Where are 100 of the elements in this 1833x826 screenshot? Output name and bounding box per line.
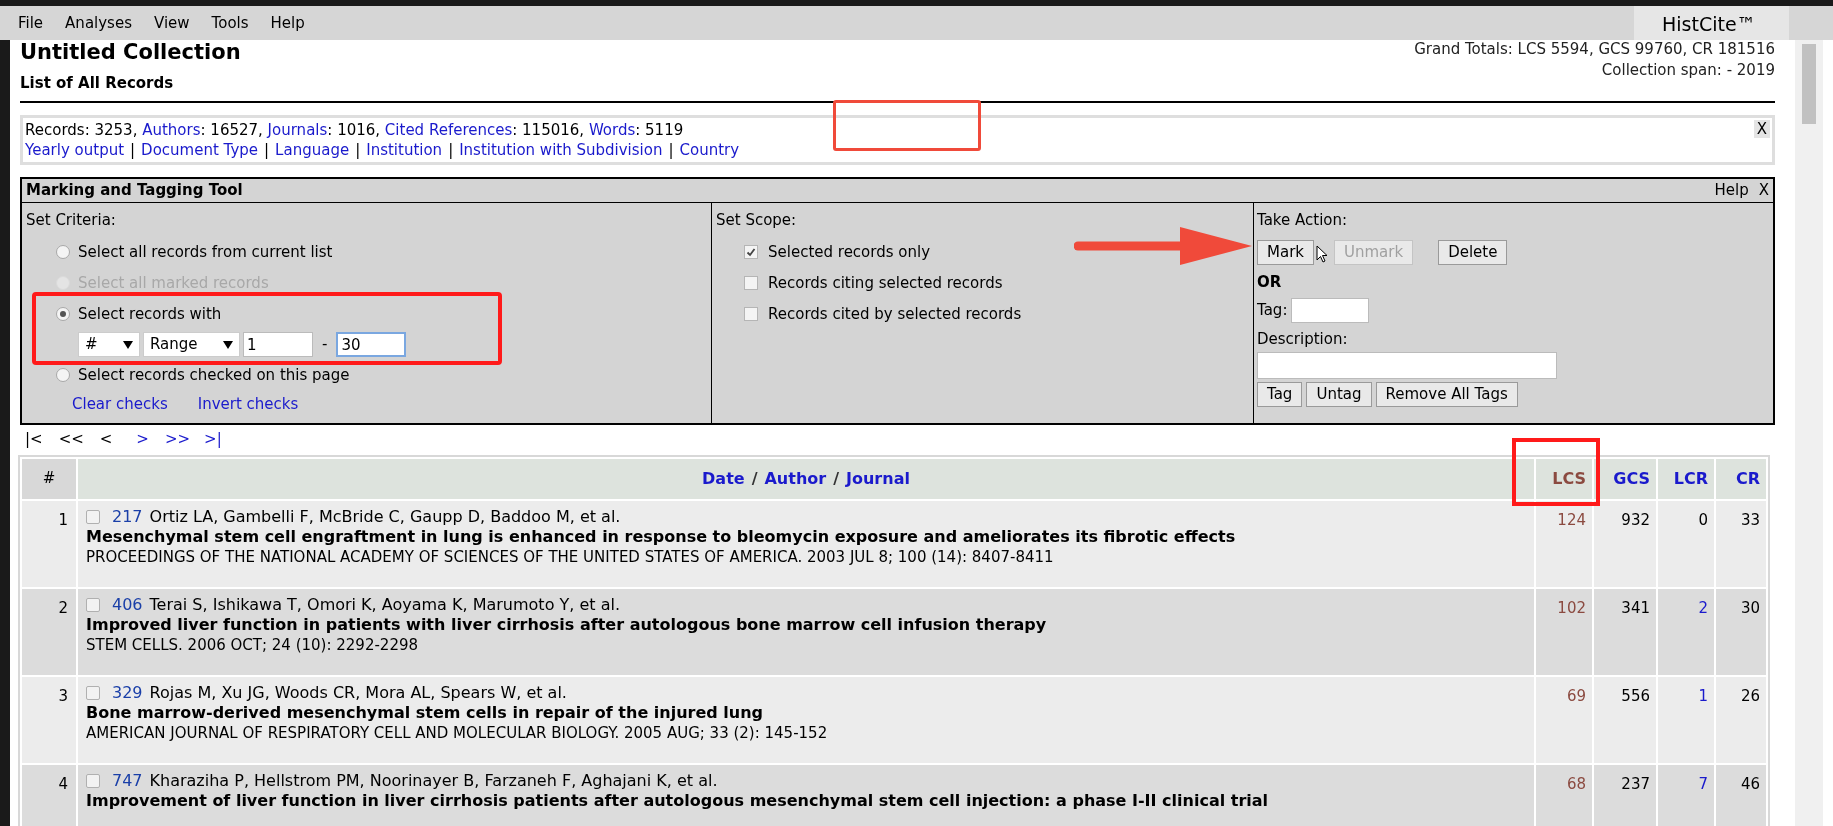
range-from-field[interactable]: 1: [243, 332, 313, 357]
radio-button[interactable]: [56, 368, 70, 382]
pager-link[interactable]: >>: [164, 428, 191, 451]
table-cell: 124: [1536, 500, 1592, 587]
checkbox[interactable]: [86, 509, 100, 524]
table-cell: 26: [1716, 676, 1766, 763]
checkbox[interactable]: [744, 245, 758, 259]
section-label: Take Action:: [1257, 209, 1348, 231]
tag-button[interactable]: Remove All Tags: [1375, 381, 1518, 407]
link-separator: |: [130, 139, 136, 160]
table-cell: 68: [1536, 764, 1592, 826]
stat-link[interactable]: Cited References: [384, 119, 513, 140]
table-cell: 30: [1716, 588, 1766, 675]
stat-value: : 1016,: [327, 119, 382, 140]
link-separator: |: [355, 139, 361, 160]
menu-item[interactable]: File: [18, 7, 44, 39]
record-link[interactable]: 747: [112, 770, 143, 791]
menu-item[interactable]: Analyses: [65, 7, 132, 39]
record-link[interactable]: 406: [112, 594, 143, 615]
section-label: Set Criteria:: [26, 209, 116, 231]
table-cell: 69: [1536, 676, 1592, 763]
checkbox[interactable]: [86, 597, 100, 612]
stat-value: : 16527,: [200, 119, 264, 140]
close-button[interactable]: X: [1758, 178, 1769, 202]
collection-span: Collection span: - 2019: [1601, 61, 1775, 79]
checkbox[interactable]: [744, 307, 758, 321]
option-label: Records citing selected records: [768, 272, 1003, 294]
pager-link: |<: [25, 429, 43, 451]
header-separator: /: [751, 467, 758, 490]
action-link[interactable]: Invert checks: [197, 393, 299, 416]
stat-link[interactable]: Authors: [142, 119, 201, 140]
record-link[interactable]: 329: [112, 682, 143, 703]
action-button[interactable]: Delete: [1438, 239, 1508, 265]
tag-button[interactable]: Tag: [1257, 381, 1303, 407]
report-link[interactable]: Institution: [366, 139, 443, 160]
section-label: Set Scope:: [716, 209, 797, 231]
report-link[interactable]: Yearly output: [25, 139, 125, 160]
authors-text: Terai S, Ishikawa T, Omori K, Aoyama K, Marumoto Y, et al.: [149, 594, 620, 615]
column-header-link[interactable]: LCR: [1658, 458, 1714, 499]
pager-link[interactable]: >: [136, 428, 149, 451]
close-button[interactable]: X: [1753, 119, 1770, 138]
column-header-link[interactable]: LCS: [1536, 458, 1592, 499]
checkbox[interactable]: [744, 276, 758, 290]
radio-button[interactable]: [56, 307, 70, 321]
radio-button[interactable]: [56, 245, 70, 259]
pager-link: <: [99, 429, 113, 451]
table-link[interactable]: 2: [1658, 588, 1714, 675]
tag-field[interactable]: [1291, 298, 1370, 323]
tag-button[interactable]: Untag: [1306, 381, 1372, 407]
record-title: Mesenchymal stem cell engraftment in lung is enhanced in response to bleomycin exposure and ameliorates its fibrotic effects: [86, 526, 1237, 547]
column-header: #: [22, 458, 76, 499]
row-number: 2: [22, 588, 76, 675]
table-cell: 341: [1594, 588, 1656, 675]
pager-link[interactable]: >|: [204, 428, 222, 451]
stat-link[interactable]: Journals: [267, 119, 328, 140]
column-header-link[interactable]: GCS: [1594, 458, 1656, 499]
option-label: Records cited by selected records: [768, 303, 1022, 325]
table-cell: 102: [1536, 588, 1592, 675]
option-label: Select records with: [78, 303, 222, 325]
option-label: Selected records only: [768, 241, 931, 263]
link-separator: |: [264, 139, 270, 160]
authors-text: Rojas M, Xu JG, Woods CR, Mora AL, Spears W, et al.: [149, 682, 567, 703]
mode-dropdown[interactable]: Range: [143, 332, 240, 357]
collection-title: Untitled Collection: [20, 40, 241, 64]
action-link[interactable]: Clear checks: [72, 393, 168, 416]
menu-item[interactable]: Tools: [211, 7, 249, 39]
row-number: 3: [22, 676, 76, 763]
link-separator: |: [448, 139, 454, 160]
checkbox[interactable]: [86, 773, 100, 788]
stat-link[interactable]: Words: [588, 119, 636, 140]
table-link[interactable]: 7: [1658, 764, 1714, 826]
report-link[interactable]: Country: [679, 139, 740, 160]
report-link[interactable]: Institution with Subdivision: [459, 139, 663, 160]
report-link[interactable]: Document Type: [141, 139, 259, 160]
scroll-thumb[interactable]: [1802, 44, 1816, 124]
column-header-link[interactable]: Date: [702, 466, 745, 491]
description-field[interactable]: [1257, 351, 1557, 379]
caret-icon: [223, 340, 233, 349]
table-cell: 237: [1594, 764, 1656, 826]
option-label: Select records checked on this page: [78, 364, 350, 386]
link-separator: |: [668, 139, 674, 160]
column-header-link[interactable]: Author: [764, 466, 827, 491]
help-link[interactable]: Help: [1714, 178, 1749, 202]
column-header-link[interactable]: CR: [1716, 458, 1766, 499]
action-button[interactable]: Mark: [1257, 239, 1314, 265]
checkbox[interactable]: [86, 685, 100, 700]
field-dropdown[interactable]: #: [78, 332, 140, 357]
option-label: Select all records from current list: [78, 241, 333, 263]
field-label: Tag:: [1257, 300, 1288, 322]
menu-item[interactable]: Help: [270, 7, 305, 39]
report-link[interactable]: Language: [275, 139, 350, 160]
scrollbar[interactable]: [1795, 40, 1823, 826]
stat-value: : 115016,: [512, 119, 586, 140]
record-link[interactable]: 217: [112, 506, 143, 527]
table-link[interactable]: 1: [1658, 676, 1714, 763]
menu-item[interactable]: View: [154, 7, 190, 39]
page-subtitle: List of All Records: [20, 73, 175, 94]
column-header-link[interactable]: Journal: [846, 466, 910, 491]
range-to-field[interactable]: 30: [336, 332, 407, 357]
range-separator: -: [321, 334, 329, 356]
